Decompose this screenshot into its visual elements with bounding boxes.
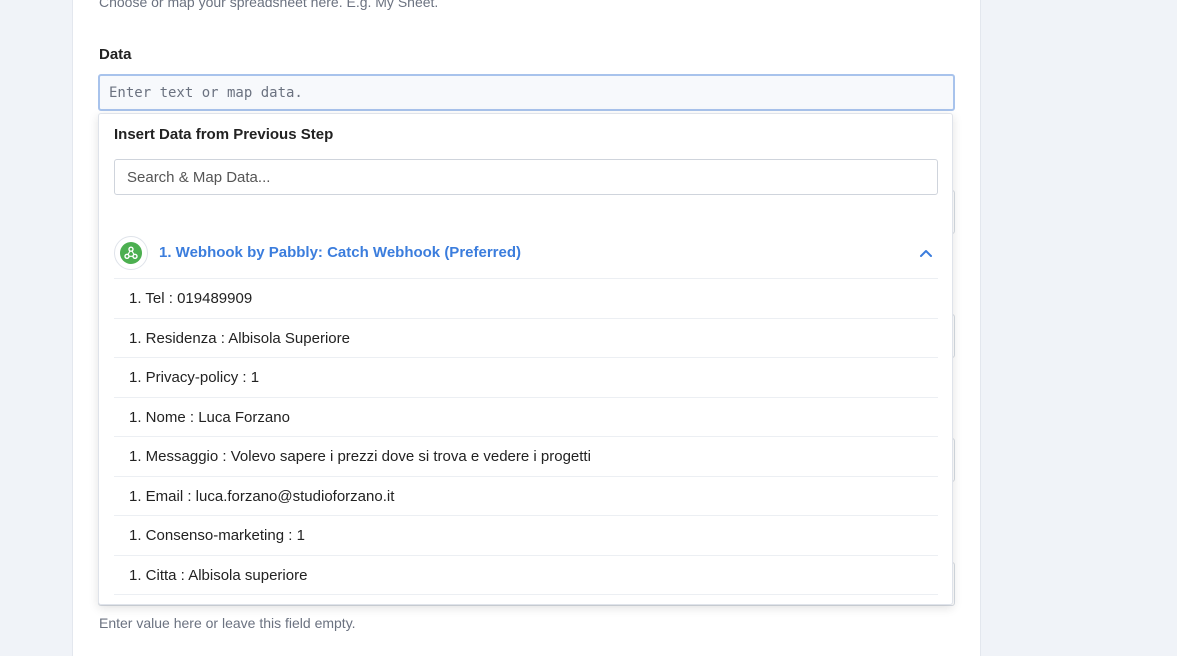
data-input[interactable]	[98, 74, 955, 111]
data-field-label: Data	[99, 46, 132, 63]
data-item[interactable]: 1. Email : luca.forzano@studioforzano.it	[114, 477, 938, 516]
data-item[interactable]: 1. Privacy-policy : 1	[114, 358, 938, 398]
chevron-up-icon[interactable]	[918, 245, 934, 261]
data-item[interactable]: 1. Citta : Albisola superiore	[114, 556, 938, 595]
spreadsheet-hint: Choose or map your spreadsheet here. E.g…	[99, 0, 439, 10]
data-item[interactable]: 1. Tel : 019489909	[114, 279, 938, 319]
step-header-webhook[interactable]: 1. Webhook by Pabbly: Catch Webhook (Pre…	[114, 227, 938, 279]
field-hint: Enter value here or leave this field emp…	[99, 615, 356, 631]
data-item[interactable]: 1. Consenso-marketing : 1	[114, 516, 938, 556]
dropdown-title: Insert Data from Previous Step	[114, 126, 334, 143]
data-items-list: 1. Tel : 019489909 1. Residenza : Albiso…	[114, 279, 938, 595]
data-item[interactable]: 1. Nome : Luca Forzano	[114, 398, 938, 437]
step-icon-wrapper	[114, 235, 148, 270]
data-item[interactable]: 1. Residenza : Albisola Superiore	[114, 319, 938, 358]
data-item[interactable]: 1. Messaggio : Volevo sapere i prezzi do…	[114, 437, 938, 477]
webhook-icon	[120, 241, 142, 264]
insert-data-dropdown: Insert Data from Previous Step 1. Webhoo…	[98, 113, 953, 605]
search-map-data-input[interactable]	[114, 159, 938, 195]
step-label: 1. Webhook by Pabbly: Catch Webhook (Pre…	[159, 244, 522, 261]
